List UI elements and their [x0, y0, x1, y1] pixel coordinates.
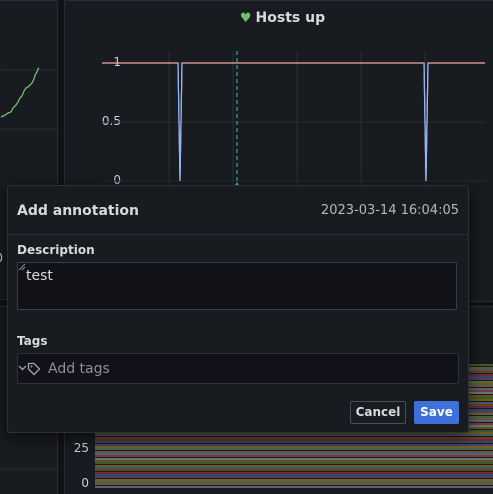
chevron-down-icon[interactable] [18, 365, 27, 371]
dialog-title: Add annotation [17, 203, 139, 219]
cancel-button[interactable]: Cancel [350, 401, 406, 424]
tag-icon [27, 362, 41, 376]
left-series-line [0, 67, 40, 118]
description-label: Description [17, 243, 95, 257]
save-button[interactable]: Save [414, 401, 459, 424]
left-top-tick-label: 0 [0, 251, 3, 265]
annotation-timestamp: 2023-03-14 16:04:05 [320, 203, 459, 218]
tags-input[interactable]: Add tags [17, 353, 459, 384]
description-textarea[interactable]: test [17, 262, 457, 310]
resize-grip-icon[interactable] [18, 263, 26, 271]
add-annotation-dialog: Add annotation 2023-03-14 16:04:05 Descr… [7, 185, 469, 433]
tags-placeholder: Add tags [48, 361, 110, 377]
dialog-header: Add annotation 2023-03-14 16:04:05 [8, 186, 468, 235]
tags-label: Tags [17, 334, 48, 348]
description-text: test [26, 268, 53, 284]
dashboard: 0 ♥Hosts up 1 0.5 0 [0, 0, 493, 494]
